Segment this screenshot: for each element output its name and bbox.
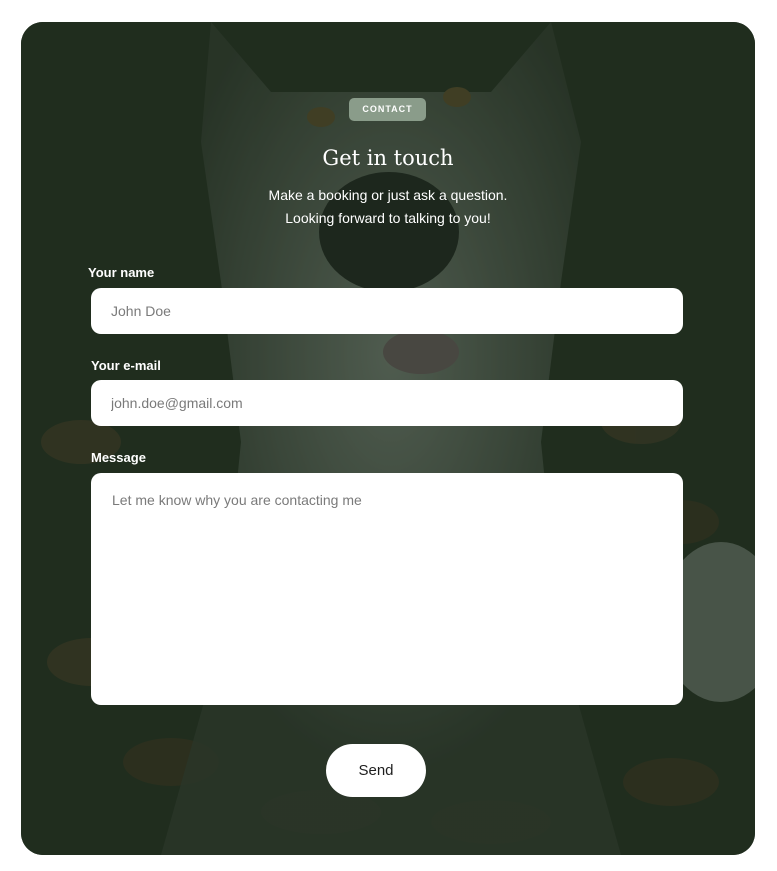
send-button[interactable]: Send <box>326 744 426 797</box>
message-label: Message <box>91 450 146 465</box>
email-label: Your e-mail <box>91 358 161 373</box>
contact-section: CONTACT Get in touch Make a booking or j… <box>21 22 755 855</box>
contact-card: CONTACT Get in touch Make a booking or j… <box>21 22 755 855</box>
page-title: Get in touch <box>322 146 454 170</box>
name-input[interactable] <box>91 288 683 334</box>
message-textarea[interactable] <box>91 473 683 705</box>
email-input[interactable] <box>91 380 683 426</box>
subtitle-line-2: Looking forward to talking to you! <box>285 210 491 226</box>
subtitle-line-1: Make a booking or just ask a question. <box>268 187 508 203</box>
name-label: Your name <box>88 265 155 280</box>
contact-badge: CONTACT <box>349 98 426 121</box>
